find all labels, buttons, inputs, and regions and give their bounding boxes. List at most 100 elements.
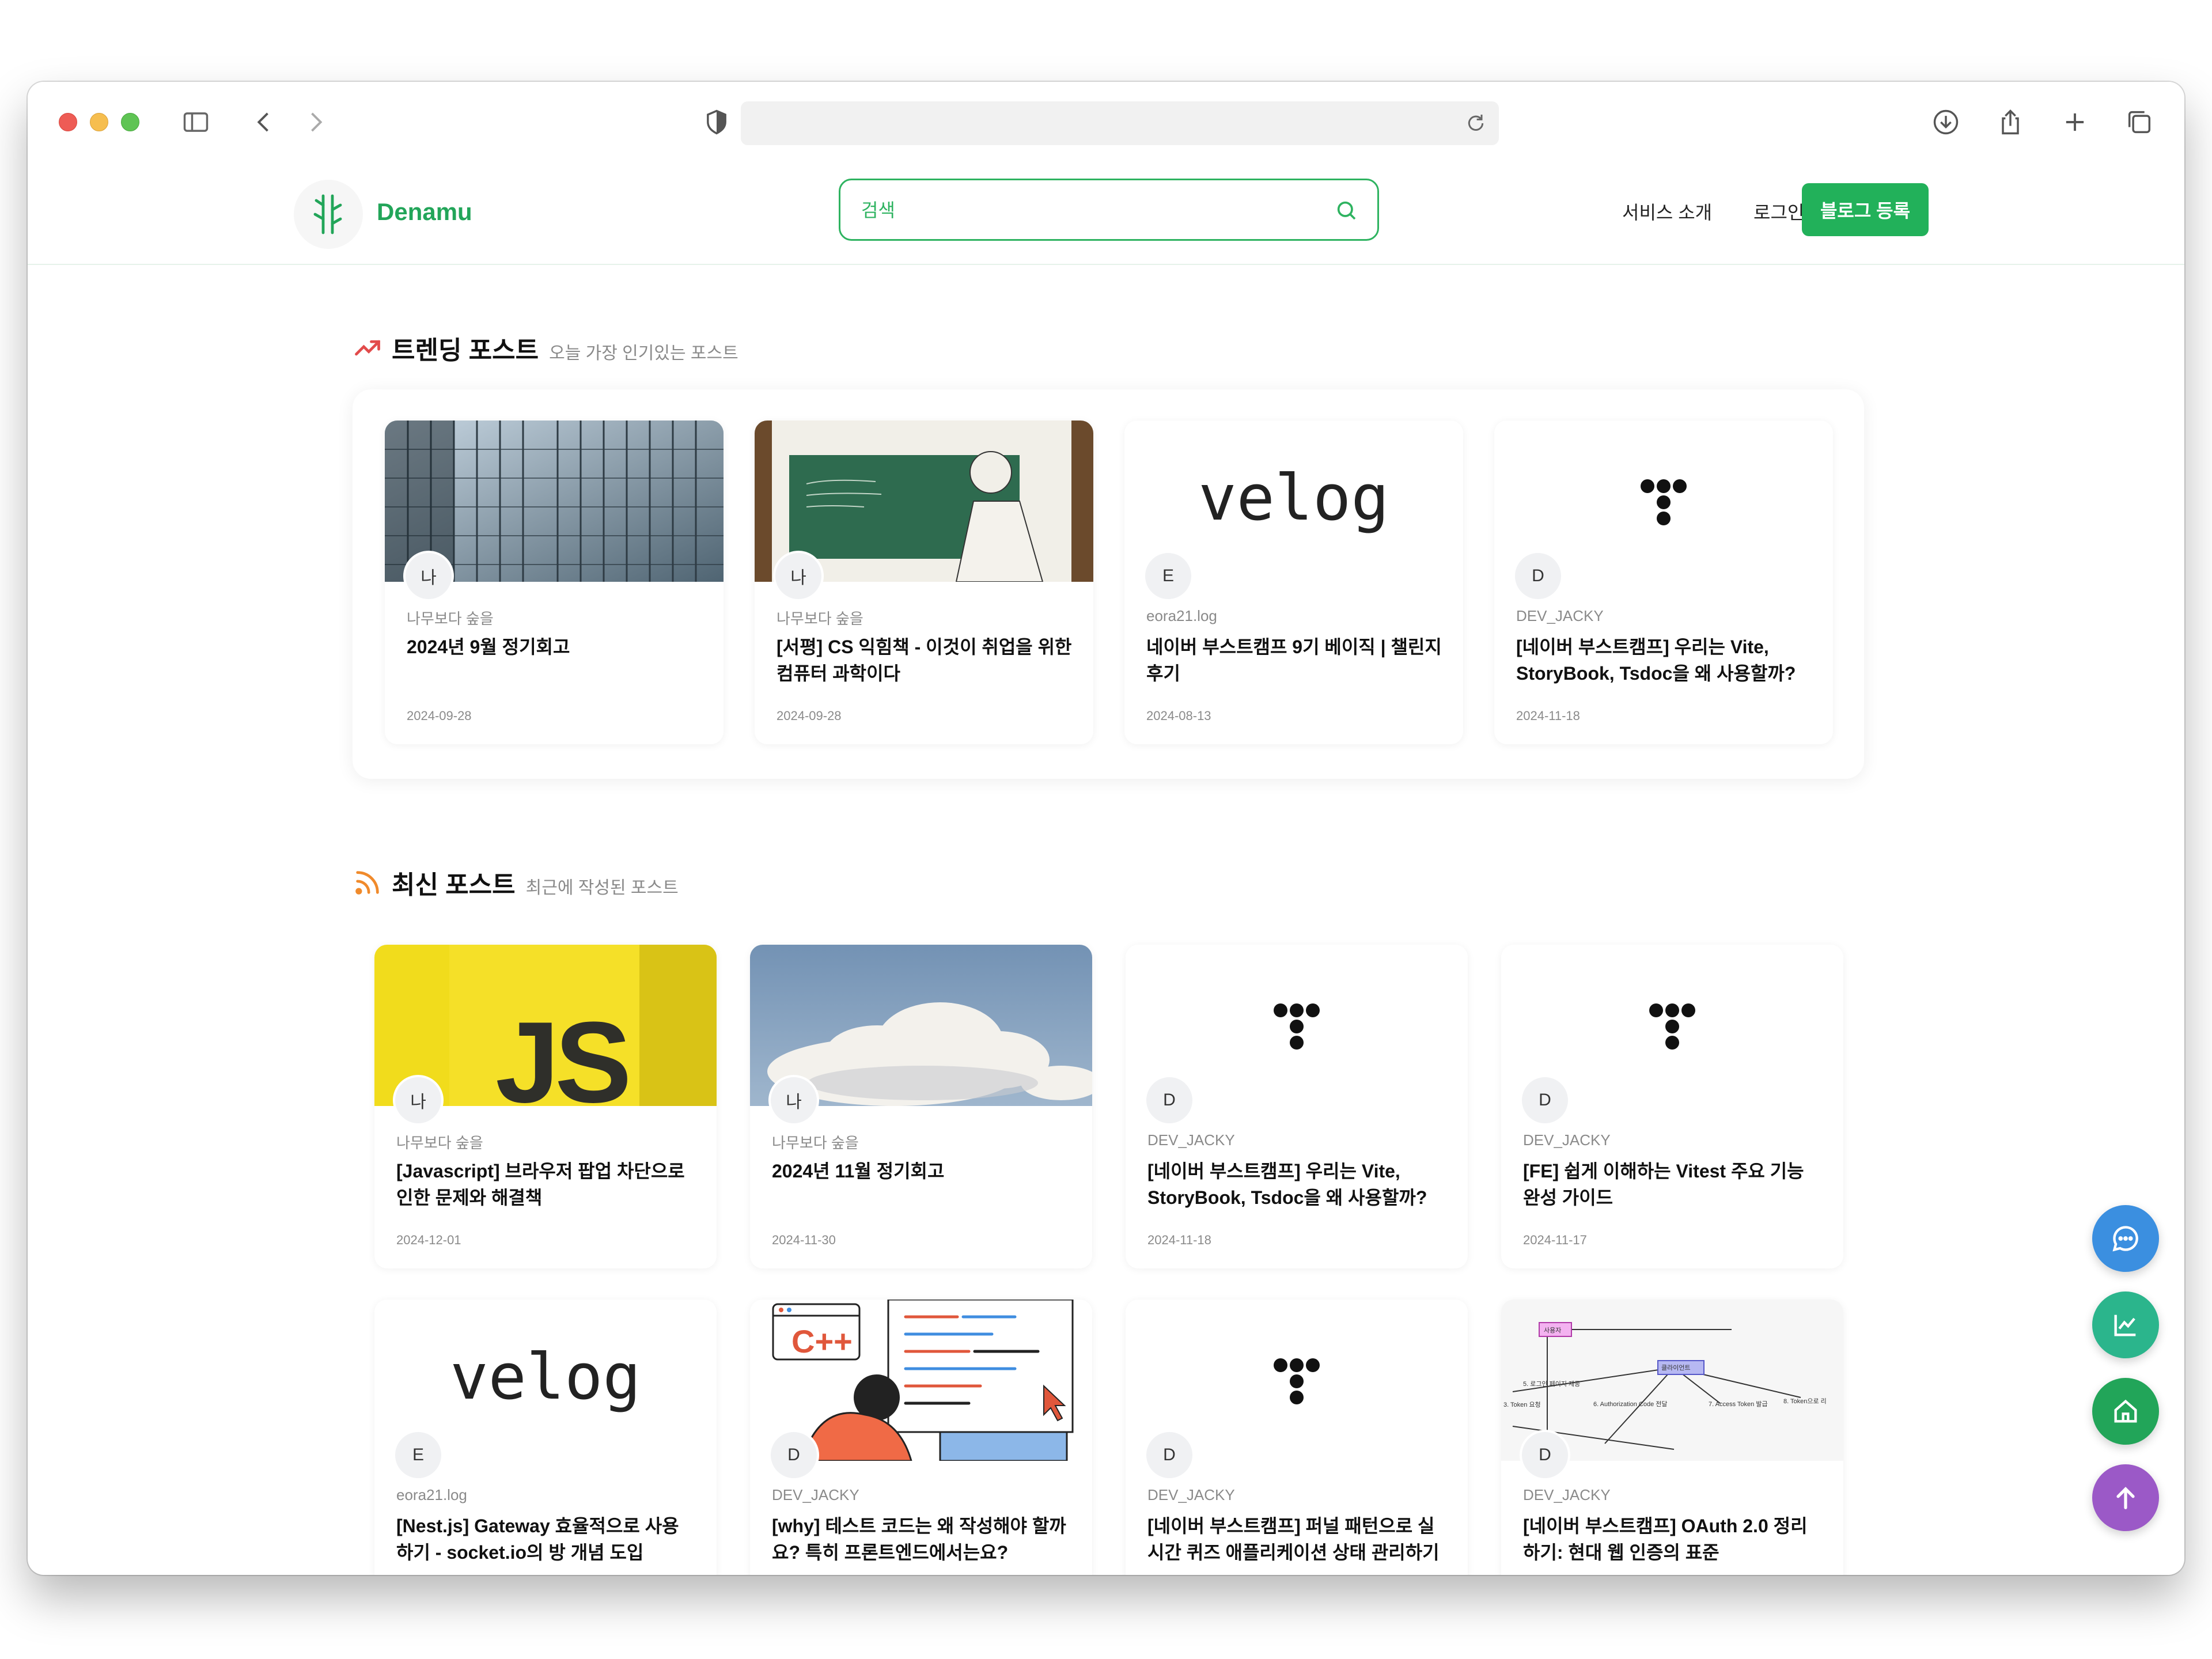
card-author: DEV_JACKY <box>1147 1131 1235 1149</box>
card-title[interactable]: 2024년 9월 정기회고 <box>407 634 706 660</box>
card-author: DEV_JACKY <box>1147 1486 1235 1503</box>
tabs-icon[interactable] <box>2122 105 2157 139</box>
sidebar-icon[interactable] <box>179 105 213 139</box>
card-title[interactable]: 2024년 11월 정기회고 <box>772 1158 1071 1184</box>
trending-card-4[interactable]: D DEV_JACKY [네이버 부스트캠프] 우리는 Vite, StoryB… <box>1494 421 1833 744</box>
card-author: 나무보다 숲을 <box>772 1134 859 1152</box>
trending-card-2[interactable]: 나 나무보다 숲을 [서평] CS 익힘책 - 이것이 취업을 위한 컴퓨터 과… <box>755 421 1093 744</box>
avatar: 나 <box>773 551 824 601</box>
arrow-up-icon <box>2116 1487 2135 1509</box>
card-title[interactable]: [네이버 부스트캠프] OAuth 2.0 정리하기: 현대 웹 인증의 표준 <box>1523 1513 1823 1566</box>
card-title[interactable]: [네이버 부스트캠프] 퍼널 패턴으로 실시간 퀴즈 애플리케이션 상태 관리하… <box>1147 1513 1447 1566</box>
latest-card-2[interactable]: 나 나무보다 숲을 2024년 11월 정기회고 2024-11-30 <box>750 945 1092 1268</box>
rss-icon <box>355 871 379 895</box>
card-author: DEV_JACKY <box>1523 1131 1611 1149</box>
card-date: 2024-09-28 <box>407 709 472 723</box>
site-header: Denamu 서비스 소개 로그인 블로그 등록 <box>28 165 2184 265</box>
card-title[interactable]: [why] 테스트 코드는 왜 작성해야 할까요? 특히 프론트엔드에서는요? <box>772 1513 1071 1566</box>
zoom-window-button[interactable] <box>121 113 139 131</box>
latest-title: 최신 포스트 <box>392 871 516 899</box>
js-logo-text: JS <box>495 998 632 1106</box>
avatar: 나 <box>393 1075 444 1126</box>
chart-icon <box>2114 1315 2136 1336</box>
cpp-logo-text: C++ <box>791 1323 853 1359</box>
card-title[interactable]: [네이버 부스트캠프] 우리는 Vite, StoryBook, Tsdoc을 … <box>1147 1158 1447 1211</box>
latest-card-8[interactable]: 사용자 클라이언트 5. 로그인 페이지 제공 6. Authorization… <box>1501 1300 1843 1575</box>
latest-card-1[interactable]: JS 나 나무보다 숲을 [Javascript] 브라우저 팝업 차단으로 인… <box>374 945 717 1268</box>
latest-card-7[interactable]: D DEV_JACKY [네이버 부스트캠프] 퍼널 패턴으로 실시간 퀴즈 애… <box>1126 1300 1468 1575</box>
scroll-top-button[interactable] <box>2092 1464 2159 1531</box>
card-title[interactable]: [Javascript] 브라우저 팝업 차단으로 인한 문제와 해결책 <box>396 1158 696 1211</box>
card-author: DEV_JACKY <box>1516 607 1604 624</box>
card-author: 나무보다 숲을 <box>396 1134 483 1152</box>
velog-logo-text: velog <box>450 1340 641 1414</box>
search-box[interactable] <box>839 179 1379 241</box>
chat-icon <box>2112 1226 2138 1252</box>
card-author: 나무보다 숲을 <box>777 610 863 627</box>
nav-login-link[interactable]: 로그인 <box>1753 198 1804 225</box>
search-icon[interactable] <box>1335 199 1358 222</box>
avatar: D <box>1144 1430 1195 1480</box>
avatar: 나 <box>403 551 454 601</box>
share-icon[interactable] <box>1993 105 2028 139</box>
back-icon[interactable] <box>247 105 281 139</box>
card-date: 2024-12-01 <box>396 1233 461 1247</box>
denamu-logo-icon[interactable] <box>294 180 363 249</box>
chat-button[interactable] <box>2092 1205 2159 1272</box>
avatar: 나 <box>768 1075 819 1126</box>
forward-icon[interactable] <box>298 105 333 139</box>
avatar: E <box>1143 551 1194 601</box>
chart-button[interactable] <box>2092 1291 2159 1358</box>
card-date: 2024-11-30 <box>772 1233 836 1247</box>
trending-heading: 트렌딩 포스트 오늘 가장 인기있는 포스트 <box>392 329 738 366</box>
avatar: D <box>768 1430 819 1480</box>
minimize-window-button[interactable] <box>90 113 108 131</box>
avatar: D <box>1144 1075 1195 1126</box>
velog-logo-text: velog <box>1198 461 1389 535</box>
latest-card-3[interactable]: D DEV_JACKY [네이버 부스트캠프] 우리는 Vite, StoryB… <box>1126 945 1468 1268</box>
latest-subtitle: 최근에 작성된 포스트 <box>525 878 679 897</box>
close-window-button[interactable] <box>59 113 77 131</box>
search-input[interactable] <box>861 194 1310 226</box>
card-author: 나무보다 숲을 <box>407 610 494 627</box>
card-title[interactable]: [서평] CS 익힘책 - 이것이 취업을 위한 컴퓨터 과학이다 <box>777 634 1076 687</box>
trending-title: 트렌딩 포스트 <box>392 336 539 365</box>
trending-card-3[interactable]: velog E eora21.log 네이버 부스트캠프 9기 베이직 | 챌린… <box>1124 421 1463 744</box>
address-bar[interactable] <box>741 101 1499 145</box>
oauth-label-client: 클라이언트 <box>1661 1364 1691 1372</box>
card-title[interactable]: 네이버 부스트캠프 9기 베이직 | 챌린지 후기 <box>1146 634 1446 687</box>
new-tab-icon[interactable] <box>2058 105 2092 139</box>
card-title[interactable]: [네이버 부스트캠프] 우리는 Vite, StoryBook, Tsdoc을 … <box>1516 634 1816 687</box>
avatar: E <box>393 1430 444 1480</box>
oauth-label-step6: 6. Authorization Code 전달 <box>1593 1400 1667 1408</box>
trending-card-1[interactable]: 나 나무보다 숲을 2024년 9월 정기회고 2024-09-28 <box>385 421 724 744</box>
card-author: eora21.log <box>1146 607 1217 624</box>
card-date: 2024-11-17 <box>1523 1233 1587 1247</box>
card-date: 2024-11-18 <box>1516 709 1580 723</box>
card-author: DEV_JACKY <box>1523 1486 1611 1503</box>
avatar: D <box>1513 551 1563 601</box>
card-title[interactable]: [Nest.js] Gateway 효율적으로 사용하기 - socket.io… <box>396 1513 696 1566</box>
download-icon[interactable] <box>1929 105 1963 139</box>
nav-about-link[interactable]: 서비스 소개 <box>1622 198 1712 225</box>
browser-toolbar <box>28 82 2184 165</box>
trending-subtitle: 오늘 가장 인기있는 포스트 <box>549 344 738 363</box>
logo-text[interactable]: Denamu <box>377 198 472 226</box>
browser-window: Denamu 서비스 소개 로그인 블로그 등록 트렌딩 포스트 오늘 가장 인… <box>28 82 2184 1575</box>
home-button[interactable] <box>2092 1378 2159 1445</box>
shield-icon[interactable] <box>699 105 734 139</box>
reload-icon[interactable] <box>1464 112 1487 135</box>
oauth-label-step5: 5. 로그인 페이지 제공 <box>1523 1380 1580 1388</box>
latest-card-6[interactable]: C++ D DEV_JACKY [why] 테스트 코드는 왜 작성해야 할까요… <box>750 1300 1092 1575</box>
card-author: eora21.log <box>396 1486 467 1503</box>
card-date: 2024-09-28 <box>777 709 842 723</box>
card-author: DEV_JACKY <box>772 1486 859 1503</box>
card-date: 2024-11-18 <box>1147 1233 1211 1247</box>
latest-card-5[interactable]: velog E eora21.log [Nest.js] Gateway 효율적… <box>374 1300 717 1575</box>
home-icon <box>2114 1399 2137 1423</box>
blog-register-button[interactable]: 블로그 등록 <box>1802 183 1929 236</box>
card-title[interactable]: [FE] 쉽게 이해하는 Vitest 주요 기능 완성 가이드 <box>1523 1158 1823 1211</box>
oauth-label-step8: 8. Token으로 리 <box>1783 1397 1827 1405</box>
latest-card-4[interactable]: D DEV_JACKY [FE] 쉽게 이해하는 Vitest 주요 기능 완성… <box>1501 945 1843 1268</box>
avatar: D <box>1520 1075 1570 1126</box>
